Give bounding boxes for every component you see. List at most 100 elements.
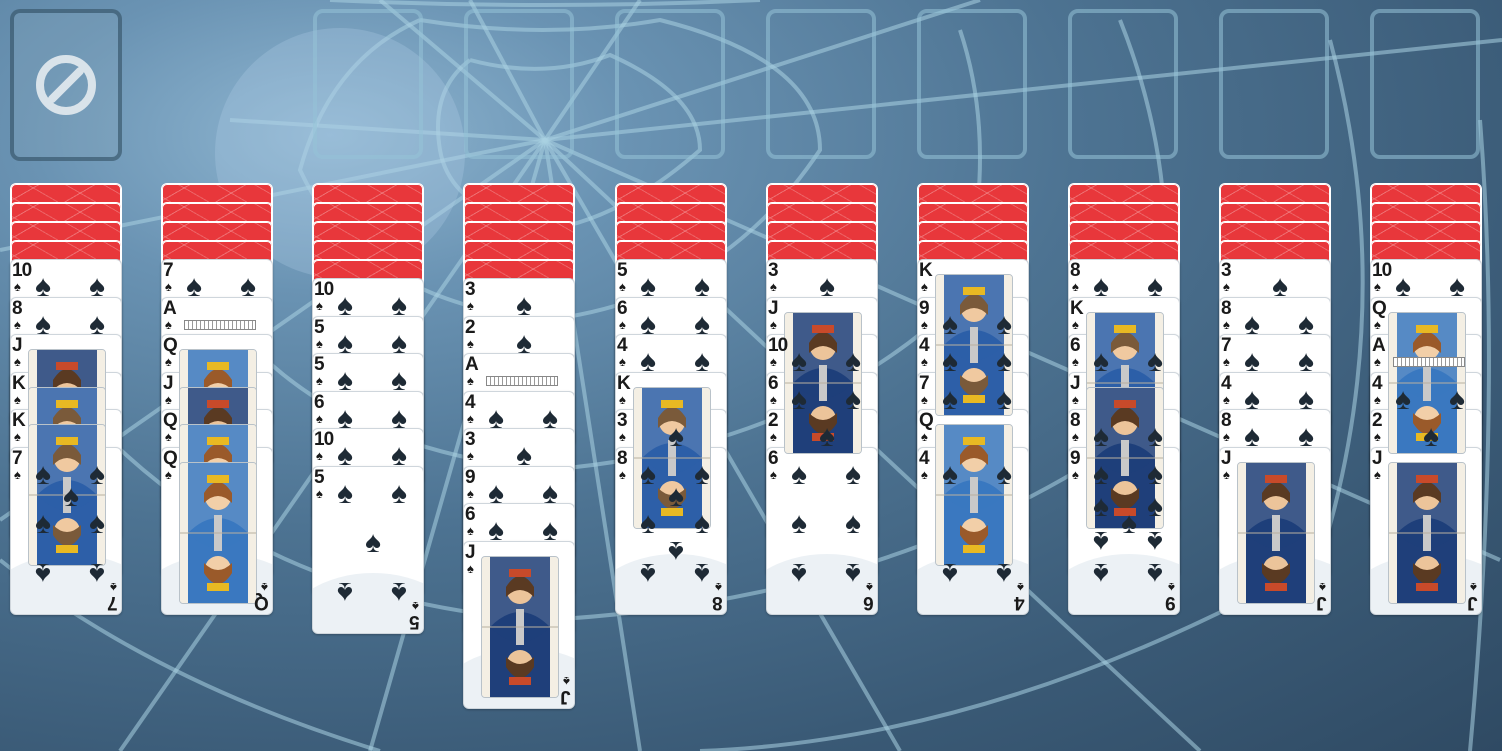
spade-icon: ♠	[1093, 420, 1109, 453]
spade-icon: ♠	[391, 476, 407, 510]
spade-icon: ♠	[14, 466, 21, 482]
spade-icon: ♠	[668, 534, 684, 568]
card-rank: 2	[768, 410, 779, 431]
spade-icon: ♠	[1093, 270, 1109, 303]
spade-icon: ♠	[668, 479, 684, 513]
spade-icon: ♠	[35, 457, 51, 491]
spade-icon: ♠	[1244, 345, 1260, 378]
spade-icon: ♠	[391, 364, 407, 397]
spade-icon: ♠	[14, 279, 21, 294]
spade-icon: ♠	[791, 506, 807, 540]
spade-icon: ♠	[640, 556, 656, 590]
spade-icon: ♠	[1072, 429, 1079, 444]
spade-icon: ♠	[14, 316, 21, 332]
card-rank-bottom: 7	[107, 591, 118, 613]
spade-icon: ♠	[1272, 270, 1288, 303]
spade-icon: ♠	[996, 382, 1012, 416]
card-rank: Q	[919, 410, 934, 431]
spade-icon: ♠	[63, 479, 79, 513]
card-Q-of-spades[interactable]: Q ♠ Q ♠	[161, 446, 273, 615]
no-entry-icon	[36, 55, 96, 115]
stock-pile[interactable]	[10, 9, 122, 161]
spade-icon: ♠	[1147, 556, 1163, 590]
spade-icon: ♠	[640, 345, 656, 378]
spade-icon: ♠	[316, 485, 323, 501]
card-rank: 9	[919, 297, 930, 319]
spade-icon: ♠	[1017, 579, 1024, 595]
card-rank: A	[1372, 335, 1386, 356]
card-rank: 2	[1372, 410, 1383, 431]
spade-icon: ♠	[1223, 279, 1230, 294]
spade-icon: ♠	[337, 289, 353, 322]
spade-icon: ♠	[619, 354, 626, 369]
spade-icon: ♠	[996, 307, 1012, 341]
card-rank-bottom: 8	[712, 591, 723, 613]
spade-icon: ♠	[467, 410, 474, 426]
spade-icon: ♠	[1298, 382, 1314, 416]
card-rank: A	[465, 354, 479, 375]
spade-icon: ♠	[1374, 429, 1381, 444]
card-rank: 4	[465, 391, 476, 413]
card-rank: 5	[314, 316, 325, 338]
spade-icon: ♠	[1223, 316, 1230, 332]
spade-icon: ♠	[1470, 579, 1477, 595]
spade-icon: ♠	[640, 506, 656, 540]
spade-icon: ♠	[1298, 345, 1314, 378]
card-rank: 8	[12, 297, 23, 319]
spade-icon: ♠	[1147, 345, 1163, 378]
spade-icon: ♠	[942, 345, 958, 378]
spade-icon: ♠	[1374, 466, 1381, 482]
spade-icon: ♠	[35, 556, 51, 590]
spade-icon: ♠	[391, 439, 407, 472]
spade-icon: ♠	[770, 279, 777, 294]
spade-icon: ♠	[165, 466, 172, 482]
spade-icon: ♠	[516, 439, 532, 472]
spade-icon: ♠	[819, 270, 835, 303]
spade-icon: ♠	[1147, 420, 1163, 453]
ace-ornament	[1393, 357, 1465, 367]
card-rank: J	[1070, 372, 1081, 394]
spade-icon: ♠	[165, 391, 172, 407]
spade-icon: ♠	[1147, 270, 1163, 303]
spade-icon: ♠	[316, 410, 323, 426]
foundation-slot-8	[1370, 9, 1480, 159]
card-rank: 8	[1221, 297, 1232, 319]
card-J-of-spades[interactable]: J ♠ J ♠	[463, 540, 575, 709]
card-rank: 8	[1221, 410, 1232, 431]
spade-icon: ♠	[89, 506, 105, 540]
spade-icon: ♠	[542, 476, 558, 510]
card-rank: 6	[768, 447, 779, 469]
card-5-of-spades[interactable]: 5 ♠ ♠ ♠ ♠ ♠ ♠ 5 ♠	[312, 465, 424, 634]
spade-icon: ♠	[316, 448, 323, 463]
card-rank-bottom: J	[1316, 591, 1327, 613]
spade-icon: ♠	[921, 316, 928, 332]
spade-icon: ♠	[165, 279, 172, 294]
card-rank: J	[1372, 447, 1383, 469]
card-rank: 7	[12, 447, 23, 469]
spade-icon: ♠	[668, 420, 684, 453]
card-J-of-spades[interactable]: J ♠ J ♠	[1370, 446, 1482, 615]
spade-icon: ♠	[563, 673, 570, 689]
spade-icon: ♠	[1072, 279, 1079, 294]
spade-icon: ♠	[165, 316, 172, 332]
spade-icon: ♠	[694, 506, 710, 540]
spade-icon: ♠	[1093, 345, 1109, 378]
card-rank: 7	[1221, 335, 1232, 356]
spade-icon: ♠	[542, 401, 558, 435]
spade-icon: ♠	[165, 429, 172, 444]
spade-icon: ♠	[1223, 466, 1230, 482]
spade-icon: ♠	[1093, 457, 1109, 491]
spade-icon: ♠	[1298, 307, 1314, 341]
card-rank: 6	[1070, 335, 1081, 356]
spade-icon: ♠	[316, 298, 323, 313]
foundation-slot-3	[615, 9, 725, 159]
card-J-of-spades[interactable]: J ♠ J ♠	[1219, 446, 1331, 615]
spade-icon: ♠	[1093, 524, 1109, 558]
spade-icon: ♠	[35, 270, 51, 303]
spade-icon: ♠	[996, 345, 1012, 378]
spade-icon: ♠	[619, 466, 626, 482]
card-rank: 3	[465, 429, 476, 450]
spade-icon: ♠	[866, 579, 873, 595]
card-rank: 10	[12, 260, 32, 281]
card-6-of-spades[interactable]: 6 ♠ ♠ ♠ ♠ ♠ ♠ ♠ 6 ♠	[766, 446, 878, 615]
